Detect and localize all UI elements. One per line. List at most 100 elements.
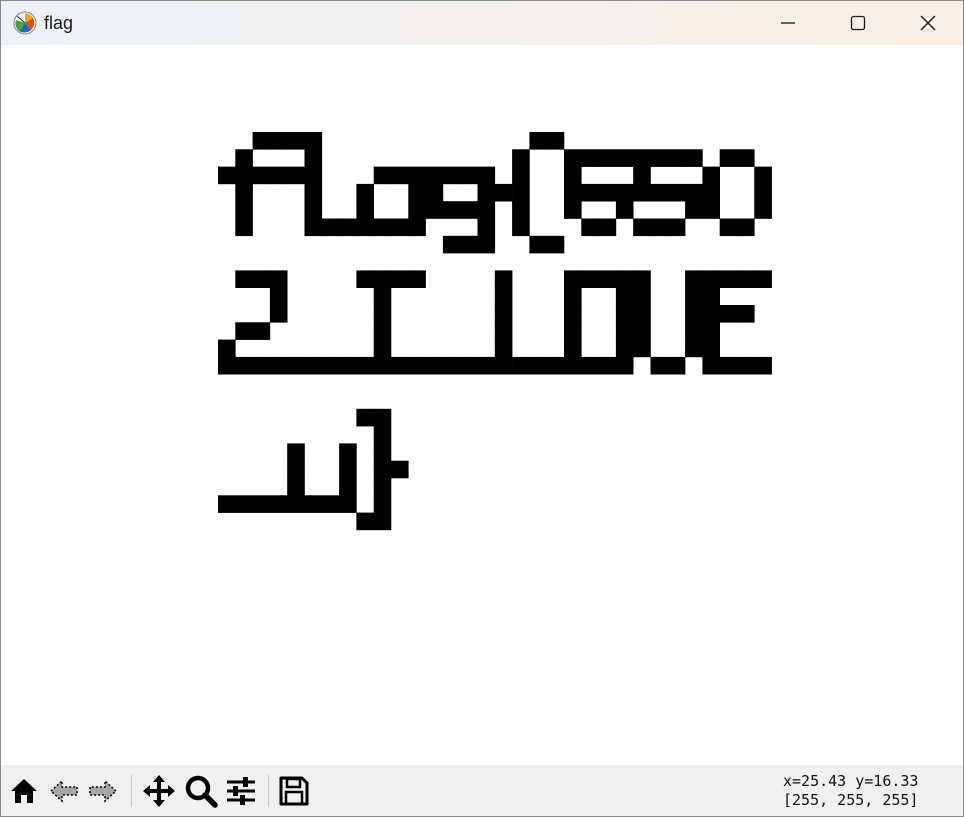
flag-pixel <box>719 149 738 167</box>
flag-pixel <box>529 132 547 150</box>
flag-pixel <box>287 443 305 461</box>
maximize-button[interactable] <box>823 1 893 45</box>
title-bar[interactable]: flag <box>1 1 963 45</box>
flag-pixel <box>512 166 530 185</box>
close-button[interactable] <box>893 1 963 45</box>
flag-pixel <box>218 339 236 358</box>
flag-pixel <box>425 183 444 202</box>
flag-pixel <box>373 287 392 306</box>
home-button[interactable] <box>6 773 42 809</box>
flag-pixel <box>598 149 617 167</box>
flag-pixel <box>650 356 669 375</box>
arrow-right-icon <box>89 779 118 803</box>
flag-pixel <box>737 270 755 288</box>
flag-pixel <box>356 270 374 288</box>
flag-pixel <box>408 218 426 237</box>
flag-pixel <box>615 305 634 323</box>
pixel-value-text: [255, 255, 255] <box>783 791 919 809</box>
flag-pixel <box>235 201 253 219</box>
arrow-left-icon <box>49 779 78 803</box>
flag-pixel <box>304 132 323 150</box>
flag-pixel <box>321 495 340 513</box>
flag-pixel <box>633 149 651 167</box>
flag-pixel <box>218 166 236 185</box>
flag-pixel <box>615 270 634 288</box>
flag-pixel <box>564 166 582 185</box>
forward-button[interactable] <box>85 773 121 809</box>
flag-pixel <box>615 149 634 167</box>
flag-pixel <box>304 166 323 185</box>
flag-pixel <box>754 166 772 185</box>
floppy-disk-icon <box>279 776 309 806</box>
back-button[interactable] <box>46 773 82 809</box>
flag-pixel <box>719 305 738 323</box>
flag-pixel <box>564 322 582 340</box>
zoom-button[interactable] <box>183 773 219 809</box>
flag-pixel <box>754 356 772 375</box>
flag-pixel <box>598 270 617 288</box>
toolbar-separator <box>131 775 132 807</box>
flag-pixel <box>702 356 720 375</box>
flag-pixel <box>633 322 651 340</box>
app-window: flag x=25.43 y=16.33 [255, 255, 255] <box>0 0 964 817</box>
flag-pixel <box>304 218 323 237</box>
flag-pixel <box>685 322 703 340</box>
flag-pixel <box>615 322 634 340</box>
flag-pixel <box>494 305 513 323</box>
pan-button[interactable] <box>141 773 177 809</box>
flag-pixel <box>235 356 253 375</box>
flag-pixel <box>529 356 547 375</box>
flag-pixel <box>442 166 461 185</box>
flag-pixel <box>287 478 305 496</box>
flag-pixel <box>546 235 565 254</box>
save-button[interactable] <box>276 773 312 809</box>
flag-pixel <box>564 287 582 306</box>
pixel-flag-image <box>218 132 772 531</box>
flag-pixel <box>373 356 392 375</box>
home-icon <box>11 779 37 803</box>
flag-pixel <box>650 218 669 237</box>
flag-pixel <box>252 270 271 288</box>
flag-pixel <box>615 339 634 358</box>
flag-pixel <box>667 183 686 202</box>
flag-pixel <box>702 166 720 185</box>
flag-pixel <box>737 218 755 237</box>
flag-pixel <box>581 149 599 167</box>
flag-pixel <box>252 322 271 340</box>
flag-pixel <box>391 270 409 288</box>
flag-pixel <box>339 460 357 479</box>
flag-pixel <box>737 356 755 375</box>
flag-pixel <box>218 356 236 375</box>
flag-pixel <box>564 305 582 323</box>
flag-pixel <box>564 339 582 358</box>
flag-pixel <box>287 166 305 185</box>
flag-pixel <box>304 495 323 513</box>
flag-pixel <box>235 183 253 202</box>
figure-canvas[interactable] <box>1 45 963 765</box>
flag-pixel <box>269 305 288 323</box>
flag-pixel <box>339 478 357 496</box>
flag-pixel <box>633 287 651 306</box>
flag-pixel <box>598 183 617 202</box>
flag-pixel <box>304 183 323 202</box>
flag-pixel <box>373 512 392 531</box>
sliders-icon <box>227 777 255 805</box>
flag-pixel <box>304 356 323 375</box>
flag-pixel <box>252 495 271 513</box>
minimize-button[interactable] <box>753 1 823 45</box>
configure-subplots-button[interactable] <box>223 773 259 809</box>
minimize-icon <box>781 22 795 24</box>
flag-pixel <box>564 356 582 375</box>
flag-pixel <box>633 270 651 288</box>
flag-pixel <box>391 166 409 185</box>
maximize-icon <box>850 15 866 31</box>
flag-pixel <box>304 201 323 219</box>
magnifier-icon <box>185 775 218 808</box>
flag-pixel <box>373 339 392 358</box>
flag-pixel <box>373 218 392 237</box>
flag-pixel <box>460 356 478 375</box>
flag-pixel <box>373 478 392 496</box>
flag-pixel <box>287 460 305 479</box>
flag-pixel <box>408 356 426 375</box>
flag-pixel <box>512 201 530 219</box>
